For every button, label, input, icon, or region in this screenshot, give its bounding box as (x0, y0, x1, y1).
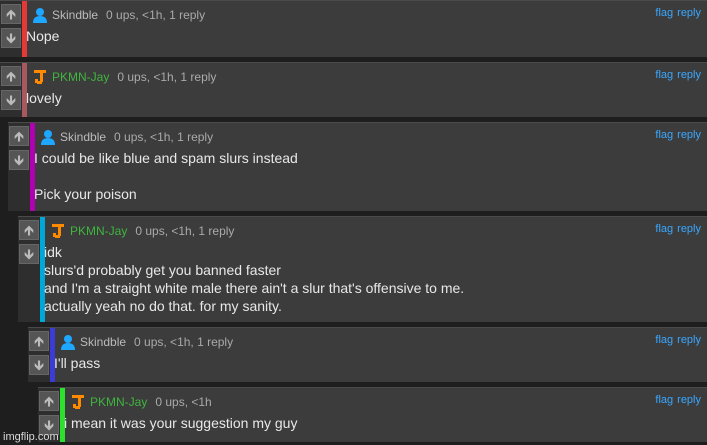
arrow-down-icon: 🡻 (5, 30, 17, 46)
comment-header: Skindble 0 ups, <1h, 1 reply (40, 128, 214, 145)
comment-actions: flag reply (651, 69, 701, 81)
downvote-button[interactable]: 🡻 (29, 355, 49, 375)
comment-body: PKMN-Jay 0 ups, <1h, 1 reply flag reply idk s… (44, 217, 707, 322)
comment: 🡹 🡻 PKMN-Jay 0 ups, <1h, 1 reply flag reply id… (18, 216, 707, 322)
username-link[interactable]: PKMN-Jay (90, 395, 147, 409)
comment-meta: 0 ups, <1h (155, 394, 212, 409)
comment-line: slurs'd probably get you banned faster (44, 262, 281, 278)
comment-line: I could be like blue and spam slurs inst… (34, 150, 298, 166)
comment-body: Skindble 0 ups, <1h, 1 reply flag reply I co… (34, 123, 707, 211)
arrow-up-icon: 🡹 (5, 6, 17, 22)
comment-actions: flag reply (651, 129, 701, 141)
comment-meta: 0 ups, <1h, 1 reply (106, 7, 206, 22)
comment-actions: flag reply (651, 7, 701, 19)
downvote-button[interactable]: 🡻 (1, 90, 21, 110)
user-avatar-icon[interactable] (50, 223, 66, 239)
upvote-button[interactable]: 🡹 (1, 4, 21, 24)
user-avatar-icon[interactable] (60, 334, 76, 350)
arrow-up-icon: 🡹 (13, 128, 25, 144)
arrow-down-icon: 🡻 (13, 152, 25, 168)
comment-line: Pick your poison (34, 186, 137, 202)
flag-link[interactable]: flag (655, 334, 673, 346)
comment-line: lovely (26, 90, 62, 106)
vote-column: 🡹 🡻 (0, 63, 22, 117)
comment-line (34, 167, 701, 185)
comment-header: PKMN-Jay 0 ups, <1h (70, 393, 212, 409)
comment-body: PKMN-Jay 0 ups, <1h, 1 reply flag reply love… (26, 63, 707, 117)
upvote-button[interactable]: 🡹 (1, 66, 21, 86)
reply-link[interactable]: reply (677, 394, 701, 406)
comment-text: idk slurs'd probably get you banned faste… (44, 243, 701, 315)
comment: 🡹 🡻 Skindble 0 ups, <1h, 1 reply flag reply I'… (28, 327, 707, 382)
comment-meta: 0 ups, <1h, 1 reply (134, 334, 234, 349)
flag-link[interactable]: flag (655, 223, 673, 235)
arrow-up-icon: 🡹 (23, 222, 35, 238)
vote-column: 🡹 🡻 (0, 1, 22, 57)
user-avatar-icon[interactable] (32, 69, 48, 85)
reply-link[interactable]: reply (677, 129, 701, 141)
comment: 🡹 🡻 PKMN-Jay 0 ups, <1h flag reply i mean it w… (38, 387, 707, 442)
upvote-button[interactable]: 🡹 (29, 331, 49, 351)
comment: 🡹 🡻 Skindble 0 ups, <1h, 1 reply flag reply I … (8, 122, 707, 211)
comment: 🡹 🡻 Skindble 0 ups, <1h, 1 reply flag reply No… (0, 0, 707, 57)
comment-actions: flag reply (651, 334, 701, 346)
comment-actions: flag reply (651, 394, 701, 406)
arrow-up-icon: 🡹 (33, 333, 45, 349)
reply-link[interactable]: reply (677, 334, 701, 346)
username-link[interactable]: Skindble (80, 335, 126, 349)
comment-header: PKMN-Jay 0 ups, <1h, 1 reply (32, 68, 216, 84)
vote-column: 🡹 🡻 (18, 217, 40, 322)
arrow-down-icon: 🡻 (5, 92, 17, 108)
comment-text: I'll pass (54, 354, 701, 372)
comment-body: Skindble 0 ups, <1h, 1 reply flag reply Nope (26, 1, 707, 57)
comment-text: I could be like blue and spam slurs inst… (34, 149, 701, 203)
arrow-up-icon: 🡹 (5, 68, 17, 84)
username-link[interactable]: Skindble (52, 8, 98, 22)
arrow-down-icon: 🡻 (33, 357, 45, 373)
reply-link[interactable]: reply (677, 69, 701, 81)
reply-link[interactable]: reply (677, 7, 701, 19)
comment-meta: 0 ups, <1h, 1 reply (135, 223, 235, 238)
upvote-button[interactable]: 🡹 (9, 126, 29, 146)
downvote-button[interactable]: 🡻 (9, 150, 29, 170)
comment-line: I'll pass (54, 355, 101, 371)
reply-link[interactable]: reply (677, 223, 701, 235)
comment-line: idk (44, 244, 62, 260)
comment-header: Skindble 0 ups, <1h, 1 reply (60, 333, 234, 350)
vote-column: 🡹 🡻 (28, 328, 50, 382)
imgflip-watermark: imgflip.com (3, 431, 59, 443)
user-avatar-icon[interactable] (40, 129, 56, 145)
comment-text: i mean it was your suggestion my guy (64, 414, 701, 432)
comment-body: Skindble 0 ups, <1h, 1 reply flag reply I'll… (54, 328, 707, 382)
downvote-button[interactable]: 🡻 (1, 28, 21, 48)
comment-meta: 0 ups, <1h, 1 reply (117, 69, 217, 84)
arrow-up-icon: 🡹 (43, 393, 55, 409)
comment-actions: flag reply (651, 223, 701, 235)
comment-line: i mean it was your suggestion my guy (64, 415, 298, 431)
upvote-button[interactable]: 🡹 (19, 220, 39, 240)
username-link[interactable]: PKMN-Jay (52, 70, 109, 84)
comment-text: lovely (26, 89, 701, 107)
comment-header: Skindble 0 ups, <1h, 1 reply (32, 6, 206, 23)
flag-link[interactable]: flag (655, 129, 673, 141)
arrow-down-icon: 🡻 (23, 246, 35, 262)
comment-line: actually yeah no do that. for my sanity. (44, 298, 282, 314)
comment-header: PKMN-Jay 0 ups, <1h, 1 reply (50, 222, 234, 238)
vote-column: 🡹 🡻 (8, 123, 30, 211)
comment: 🡹 🡻 PKMN-Jay 0 ups, <1h, 1 reply flag reply lo… (0, 62, 707, 117)
comment-line: and I'm a straight white male there ain'… (44, 280, 465, 296)
username-link[interactable]: Skindble (60, 130, 106, 144)
comment-meta: 0 ups, <1h, 1 reply (114, 129, 214, 144)
user-avatar-icon[interactable] (32, 7, 48, 23)
username-link[interactable]: PKMN-Jay (70, 224, 127, 238)
comment-body: PKMN-Jay 0 ups, <1h flag reply i mean it was… (64, 388, 707, 442)
flag-link[interactable]: flag (655, 7, 673, 19)
downvote-button[interactable]: 🡻 (19, 244, 39, 264)
user-avatar-icon[interactable] (70, 394, 86, 410)
comment-text: Nope (26, 27, 701, 45)
flag-link[interactable]: flag (655, 394, 673, 406)
flag-link[interactable]: flag (655, 69, 673, 81)
comment-line: Nope (26, 28, 60, 44)
upvote-button[interactable]: 🡹 (39, 391, 59, 411)
